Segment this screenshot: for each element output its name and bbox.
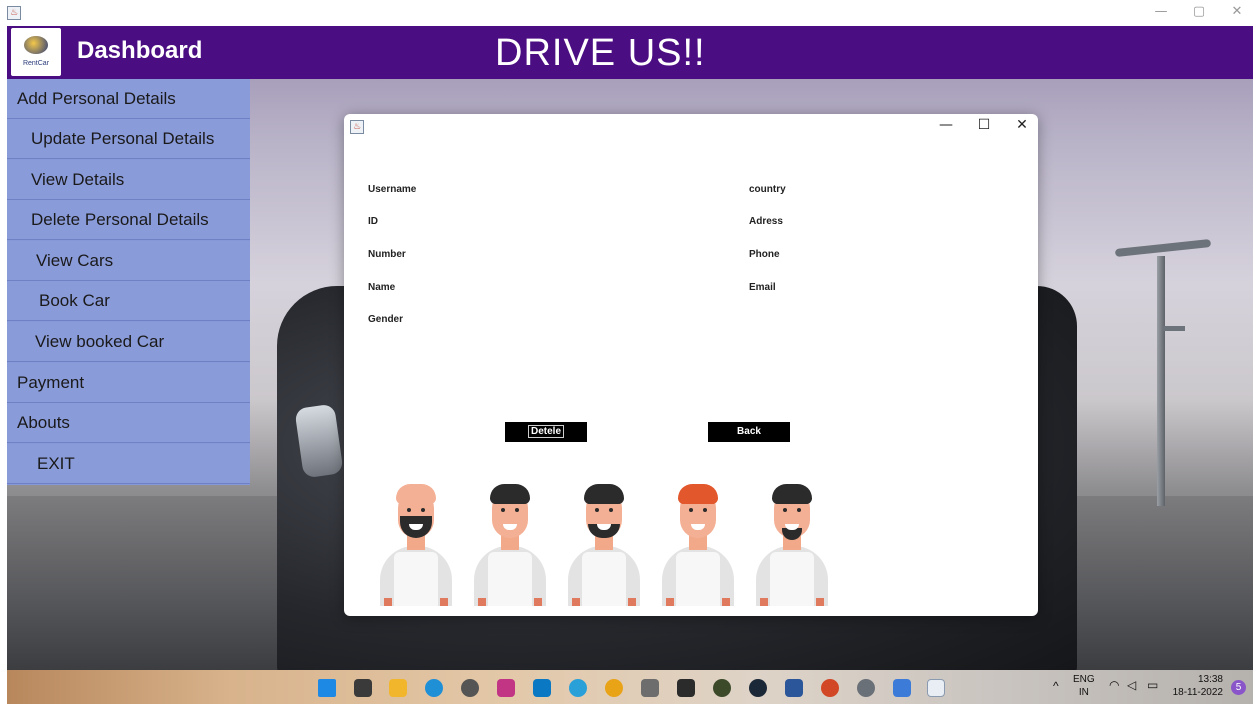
task-view-icon[interactable]: [354, 679, 372, 697]
sidebar-item-add-personal-details[interactable]: Add Personal Details: [7, 79, 250, 119]
volume-icon[interactable]: ◁: [1127, 679, 1136, 692]
word-icon[interactable]: [785, 679, 803, 697]
wifi-icon[interactable]: ◠: [1109, 679, 1119, 692]
sidebar-item-label: Payment: [17, 373, 85, 392]
minimize-icon[interactable]: —: [1153, 4, 1169, 19]
sidebar: Add Personal Details Update Personal Det…: [7, 79, 250, 485]
language-indicator[interactable]: ENG IN: [1073, 673, 1095, 699]
edge-icon[interactable]: [425, 679, 443, 697]
maximize-icon[interactable]: ☐: [976, 117, 992, 133]
avatar: [470, 482, 550, 606]
gender-label: Gender: [368, 314, 404, 325]
epic-games-icon[interactable]: [677, 679, 695, 697]
language-code: ENG: [1073, 674, 1095, 685]
avatar: [564, 482, 644, 606]
delete-details-dialog: ♨ — ☐ ✕ Username ID Number Name Gender c…: [344, 114, 1038, 616]
id-label: ID: [368, 216, 378, 227]
number-label: Number: [368, 249, 406, 260]
telegram-icon[interactable]: [569, 679, 587, 697]
vscode-icon[interactable]: [533, 679, 551, 697]
app-icon[interactable]: [893, 679, 911, 697]
powerpoint-icon[interactable]: [821, 679, 839, 697]
sidebar-item-label: EXIT: [37, 454, 75, 473]
instagram-icon[interactable]: [497, 679, 515, 697]
email-label: Email: [749, 282, 776, 293]
restore-icon[interactable]: ▢: [1191, 4, 1207, 19]
java-app-icon: ♨: [7, 6, 21, 20]
sidebar-item-book-car[interactable]: Book Car: [7, 281, 250, 321]
game-icon-2[interactable]: [713, 679, 731, 697]
close-icon[interactable]: ✕: [1229, 4, 1245, 19]
page-title: Dashboard: [77, 37, 203, 64]
sidebar-item-label: Delete Personal Details: [31, 210, 209, 229]
car-logo-icon: [24, 36, 48, 54]
notification-badge[interactable]: 5: [1231, 680, 1246, 695]
sidebar-item-payment[interactable]: Payment: [7, 363, 250, 403]
file-explorer-icon[interactable]: [389, 679, 407, 697]
sidebar-item-delete-personal-details[interactable]: Delete Personal Details: [7, 200, 250, 240]
sidebar-item-update-personal-details[interactable]: Update Personal Details: [7, 119, 250, 159]
back-button-label: Back: [737, 426, 761, 437]
game-icon[interactable]: [641, 679, 659, 697]
java-icon[interactable]: [927, 679, 945, 697]
sidebar-item-view-booked-car[interactable]: View booked Car: [7, 322, 250, 362]
chrome-icon[interactable]: [605, 679, 623, 697]
back-button[interactable]: Back: [708, 422, 790, 442]
logo-text: RentCar: [22, 60, 50, 67]
avatar: [752, 482, 832, 606]
delete-button-label: Detele: [527, 425, 564, 438]
sidebar-item-exit[interactable]: EXIT: [7, 444, 250, 484]
java-app-icon: ♨: [350, 120, 364, 134]
phone-label: Phone: [749, 249, 780, 260]
close-icon[interactable]: ✕: [1014, 117, 1030, 133]
steam-icon[interactable]: [749, 679, 767, 697]
delete-button[interactable]: Detele: [505, 422, 587, 442]
minimize-icon[interactable]: —: [938, 117, 954, 133]
address-label: Adress: [749, 216, 783, 227]
start-icon[interactable]: [318, 679, 336, 697]
tray-chevron-icon[interactable]: ^: [1053, 680, 1059, 693]
sidebar-item-label: View Cars: [36, 251, 114, 270]
sidebar-item-view-details[interactable]: View Details: [7, 160, 250, 200]
sidebar-item-view-cars[interactable]: View Cars: [7, 241, 250, 281]
outer-titlebar: ♨ — ▢ ✕: [0, 0, 1257, 26]
settings-icon[interactable]: [461, 679, 479, 697]
clock-date: 18-11-2022: [1172, 687, 1223, 698]
settings-gear-icon[interactable]: [857, 679, 875, 697]
clock-time: 13:38: [1197, 674, 1223, 685]
banner-text: DRIVE US!!: [495, 32, 706, 74]
username-label: Username: [368, 184, 417, 195]
sidebar-item-label: Abouts: [17, 413, 70, 432]
name-label: Name: [368, 282, 396, 293]
sidebar-item-abouts[interactable]: Abouts: [7, 403, 250, 443]
country-label: country: [749, 184, 786, 195]
header-bar: RentCar Dashboard DRIVE US!!: [7, 26, 1253, 79]
avatar: [376, 482, 456, 606]
clock[interactable]: 13:38 18-11-2022: [1167, 673, 1223, 699]
region-code: IN: [1078, 687, 1089, 698]
rentcar-logo: RentCar: [11, 28, 61, 76]
sidebar-item-label: Update Personal Details: [31, 129, 215, 148]
street-lamp-arm: [1163, 326, 1185, 331]
taskbar: ^ ENG IN ◠ ◁ ▭ 13:38 18-11-2022 5: [7, 670, 1253, 704]
sidebar-item-label: View booked Car: [35, 332, 165, 351]
sidebar-item-label: Add Personal Details: [17, 89, 176, 108]
outer-window-controls: — ▢ ✕: [1153, 4, 1245, 19]
street-lamp-pole: [1157, 256, 1165, 506]
avatar: [658, 482, 738, 606]
dialog-window-controls: — ☐ ✕: [938, 117, 1030, 133]
sidebar-item-label: Book Car: [39, 291, 110, 310]
battery-icon[interactable]: ▭: [1147, 679, 1158, 692]
sidebar-item-label: View Details: [31, 170, 125, 189]
